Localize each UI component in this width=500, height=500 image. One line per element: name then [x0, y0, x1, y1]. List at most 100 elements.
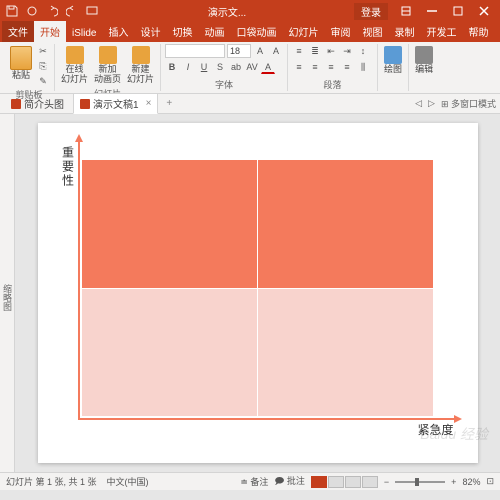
- slide-area: 重要性 紧急度: [15, 114, 500, 472]
- quadrant-bottom-right[interactable]: [258, 289, 433, 417]
- line-spacing-icon[interactable]: ↕: [356, 44, 370, 58]
- tab-help[interactable]: 帮助: [462, 21, 494, 42]
- view-buttons: [311, 476, 378, 488]
- tab-developer[interactable]: 开发工: [420, 21, 462, 42]
- increase-font-icon[interactable]: A: [253, 44, 267, 58]
- editing-button[interactable]: 编辑: [413, 44, 435, 77]
- slide-canvas[interactable]: 重要性 紧急度: [38, 123, 478, 463]
- tab-design[interactable]: 设计: [134, 21, 166, 42]
- normal-view-icon[interactable]: [311, 476, 327, 488]
- font-size-select[interactable]: 18: [227, 44, 251, 58]
- quadrants: [82, 160, 433, 416]
- nav-back-icon[interactable]: ◁: [415, 98, 422, 109]
- new-slide-icon: [132, 46, 150, 64]
- zoom-level[interactable]: 82%: [462, 477, 480, 487]
- tab-view[interactable]: 视图: [356, 21, 388, 42]
- zoom-in-icon[interactable]: +: [451, 477, 456, 487]
- justify-icon[interactable]: ≡: [340, 60, 354, 74]
- quadrant-bottom-left[interactable]: [82, 289, 257, 417]
- underline-icon[interactable]: U: [197, 60, 211, 74]
- redo-icon[interactable]: [64, 3, 80, 19]
- tab-animations[interactable]: 动画: [198, 21, 230, 42]
- doc-tab-2[interactable]: 演示文稿1×: [73, 93, 158, 114]
- close-tab-icon[interactable]: ×: [146, 98, 152, 109]
- x-arrow-icon: [454, 415, 462, 423]
- tab-insert[interactable]: 插入: [102, 21, 134, 42]
- zoom-out-icon[interactable]: −: [384, 477, 389, 487]
- numbering-icon[interactable]: ≣: [308, 44, 322, 58]
- slideshow-icon[interactable]: [84, 3, 100, 19]
- shadow-icon[interactable]: S: [213, 60, 227, 74]
- login-button[interactable]: 登录: [354, 3, 388, 20]
- comments-button[interactable]: 🗩 批注: [274, 474, 305, 490]
- format-painter-icon[interactable]: ✎: [36, 74, 50, 88]
- align-center-icon[interactable]: ≡: [308, 60, 322, 74]
- tab-home[interactable]: 开始: [34, 21, 66, 42]
- save-icon[interactable]: [4, 3, 20, 19]
- undo-icon[interactable]: [44, 3, 60, 19]
- language-indicator[interactable]: 中文(中国): [107, 475, 149, 488]
- status-bar: 幻灯片 第 1 张, 共 1 张 中文(中国) ≐ 备注 🗩 批注 − + 82…: [0, 472, 500, 490]
- tab-slideshow[interactable]: 幻灯片: [282, 21, 324, 42]
- maximize-icon[interactable]: [446, 2, 470, 20]
- window-title: 演示文...: [100, 4, 354, 19]
- ribbon-tabs: 文件 开始 iSlide 插入 设计 切换 动画 口袋动画 幻灯片 审阅 视图 …: [0, 22, 500, 42]
- tab-file[interactable]: 文件: [2, 21, 34, 42]
- tab-record[interactable]: 录制: [388, 21, 420, 42]
- bullets-icon[interactable]: ≡: [292, 44, 306, 58]
- tab-kingsoft[interactable]: 金山PC: [494, 21, 500, 42]
- zoom-slider[interactable]: [395, 481, 445, 483]
- online-slides-button[interactable]: 在线 幻灯片: [59, 44, 90, 87]
- spacing-icon[interactable]: AV: [245, 60, 259, 74]
- tab-pocket[interactable]: 口袋动画: [230, 21, 282, 42]
- align-left-icon[interactable]: ≡: [292, 60, 306, 74]
- zoom-thumb[interactable]: [415, 478, 419, 486]
- ribbon: 粘贴 ✂ ⎘ ✎ 剪贴板 在线 幻灯片 新加 动画页 新建 幻灯片 幻灯片 18…: [0, 42, 500, 94]
- close-icon[interactable]: [472, 2, 496, 20]
- font-family-select[interactable]: [165, 44, 225, 58]
- y-arrow-icon: [75, 134, 83, 142]
- x-axis: [78, 418, 458, 420]
- slide-counter[interactable]: 幻灯片 第 1 张, 共 1 张: [6, 475, 97, 488]
- slideshow-view-icon[interactable]: [362, 476, 378, 488]
- document-tabs: 简介头图 演示文稿1× + ◁ ▷ ⊞ 多窗口模式: [0, 94, 500, 114]
- align-right-icon[interactable]: ≡: [324, 60, 338, 74]
- font-color-icon[interactable]: A: [261, 60, 275, 74]
- doc-tab-1[interactable]: 简介头图: [4, 93, 71, 114]
- tab-islide[interactable]: iSlide: [66, 25, 102, 42]
- multi-window-button[interactable]: ⊞ 多窗口模式: [441, 97, 496, 110]
- tab-review[interactable]: 审阅: [324, 21, 356, 42]
- paste-icon: [10, 46, 32, 70]
- ribbon-options-icon[interactable]: [394, 2, 418, 20]
- cut-icon[interactable]: ✂: [36, 44, 50, 58]
- copy-icon[interactable]: ⎘: [36, 59, 50, 73]
- indent-right-icon[interactable]: ⇥: [340, 44, 354, 58]
- strike-icon[interactable]: ab: [229, 60, 243, 74]
- workspace: 缩略图 重要性 紧急度 Baidu 经验: [0, 114, 500, 472]
- paste-button[interactable]: 粘贴: [8, 44, 34, 83]
- ppt-icon: [80, 99, 90, 109]
- reading-view-icon[interactable]: [345, 476, 361, 488]
- tab-transitions[interactable]: 切换: [166, 21, 198, 42]
- quadrant-top-left[interactable]: [82, 160, 257, 288]
- add-tab-icon[interactable]: +: [160, 98, 178, 109]
- thumbnail-panel[interactable]: 缩略图: [0, 114, 15, 472]
- group-editing: 编辑: [409, 44, 439, 91]
- fit-window-icon[interactable]: ⊡: [486, 476, 494, 487]
- sorter-view-icon[interactable]: [328, 476, 344, 488]
- title-bar: 演示文... 登录: [0, 0, 500, 22]
- new-slide-button[interactable]: 新建 幻灯片: [125, 44, 156, 87]
- new-anim-button[interactable]: 新加 动画页: [92, 44, 123, 87]
- decrease-font-icon[interactable]: A: [269, 44, 283, 58]
- drawing-button[interactable]: 绘图: [382, 44, 404, 77]
- quadrant-top-right[interactable]: [258, 160, 433, 288]
- minimize-icon[interactable]: [420, 2, 444, 20]
- columns-icon[interactable]: ⫼: [356, 60, 370, 74]
- notes-button[interactable]: ≐ 备注: [240, 475, 268, 488]
- indent-left-icon[interactable]: ⇤: [324, 44, 338, 58]
- group-font: 18 A A B I U S ab AV A 字体: [161, 44, 288, 91]
- bold-icon[interactable]: B: [165, 60, 179, 74]
- autosave-icon[interactable]: [24, 3, 40, 19]
- nav-fwd-icon[interactable]: ▷: [428, 98, 435, 109]
- italic-icon[interactable]: I: [181, 60, 195, 74]
